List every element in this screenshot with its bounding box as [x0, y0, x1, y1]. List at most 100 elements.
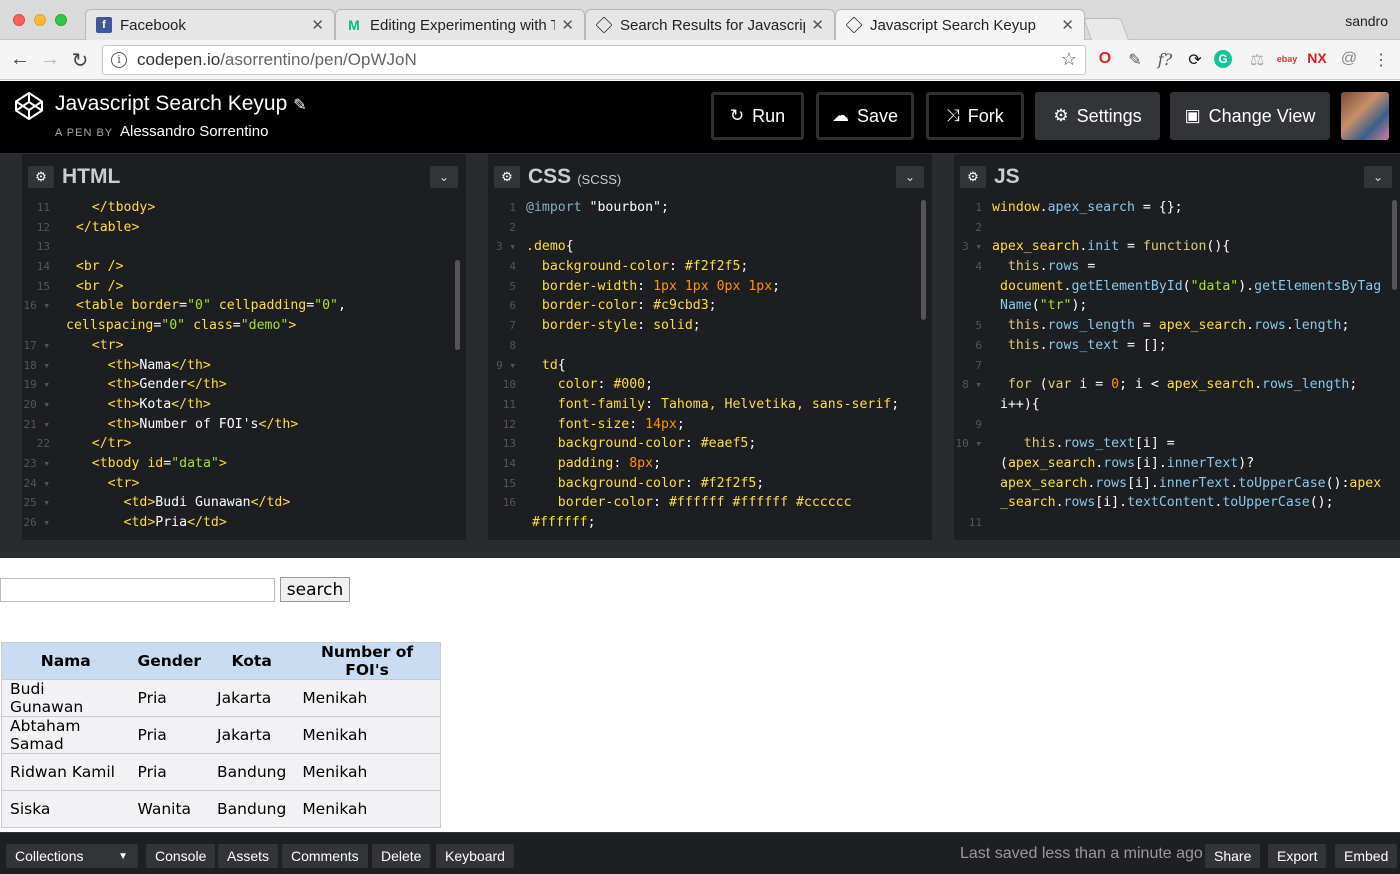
change-view-button[interactable]: ▣ Change View [1170, 92, 1330, 140]
ebay-icon[interactable]: ebay [1276, 54, 1298, 64]
forward-arrow-icon[interactable]: → [38, 48, 62, 71]
run-button[interactable]: ↻ Run [711, 92, 804, 140]
html-editor-scrollbar[interactable] [455, 260, 460, 350]
sync-extension-icon[interactable]: ⟳ [1184, 50, 1206, 70]
profile-name[interactable]: sandro [1345, 13, 1388, 29]
address-bar[interactable]: i codepen.io/asorrentino/pen/OpWJoN ☆ [102, 45, 1086, 75]
css-editor-header: ⚙ CSS (SCSS) ⌄ [488, 160, 932, 194]
html-editor-title: HTML [62, 165, 121, 188]
column-header: Nama [1, 642, 130, 680]
chevron-down-icon[interactable]: ⌄ [430, 166, 458, 188]
codepen-icon [595, 16, 613, 34]
tab-title: Javascript Search Keyup [870, 16, 1036, 34]
html-css-resize-handle[interactable] [466, 154, 488, 541]
chevron-down-icon[interactable]: ⌄ [896, 166, 924, 188]
minimize-window-button[interactable] [34, 14, 46, 26]
at-extension-icon[interactable]: @ [1338, 50, 1360, 68]
search-input[interactable] [0, 578, 275, 602]
search-button[interactable]: search [280, 577, 350, 602]
nx-extension-icon[interactable]: NX [1306, 50, 1328, 66]
scale-extension-icon[interactable]: ⚖ [1246, 50, 1268, 70]
view-icon: ▣ [1184, 106, 1201, 125]
chevron-down-icon[interactable]: ⌄ [1364, 166, 1392, 188]
table-cell: Ridwan Kamil [1, 753, 130, 791]
gear-icon[interactable]: ⚙ [494, 166, 520, 188]
pen-byline: A PEN BY Alessandro Sorrentino [55, 123, 268, 140]
pen-extension-icon[interactable]: ✎ [1124, 50, 1146, 70]
medium-icon: M [348, 17, 360, 33]
js-editor-header: ⚙ JS ⌄ [954, 160, 1400, 194]
tab-javascript-search-keyup[interactable]: Javascript Search Keyup ✕ [835, 9, 1085, 40]
close-tab-icon[interactable]: ✕ [811, 16, 824, 34]
fork-button[interactable]: ⤨ Fork [926, 92, 1024, 140]
settings-label: Settings [1076, 105, 1142, 126]
save-button[interactable]: ☁ Save [816, 92, 914, 140]
codepen-logo-icon[interactable] [14, 91, 44, 121]
assets-button[interactable]: Assets [218, 844, 279, 868]
pen-title[interactable]: Javascript Search Keyup ✎ [55, 92, 307, 116]
share-button[interactable]: Share [1205, 844, 1261, 868]
grammarly-icon[interactable]: G [1214, 50, 1232, 68]
gear-icon: ⚙ [1053, 106, 1069, 125]
maximize-window-button[interactable] [55, 14, 67, 26]
reload-icon[interactable]: ↻ [68, 48, 92, 73]
keyboard-button[interactable]: Keyboard [436, 844, 514, 868]
settings-button[interactable]: ⚙ Settings [1035, 92, 1160, 140]
editor-area: ⚙ HTML ⌄ 11 </tbody> 12 </table> 13 14 <… [0, 153, 1400, 541]
new-tab-button[interactable] [1082, 18, 1130, 40]
tab-facebook[interactable]: f Facebook ✕ [85, 9, 335, 40]
css-editor-scrollbar[interactable] [921, 200, 926, 320]
gear-icon[interactable]: ⚙ [28, 166, 54, 188]
css-js-resize-handle[interactable] [932, 154, 954, 541]
html-editor-header: ⚙ HTML ⌄ [22, 160, 466, 194]
table-cell: Budi Gunawan [1, 679, 130, 717]
run-refresh-icon: ↻ [729, 106, 745, 125]
function-extension-icon[interactable]: f? [1154, 50, 1176, 69]
opera-icon[interactable]: O [1094, 50, 1116, 68]
html-code-editor[interactable]: 11 </tbody> 12 </table> 13 14 <br /> 15 … [22, 198, 466, 541]
pen-author-link[interactable]: Alessandro Sorrentino [120, 123, 268, 140]
comments-button[interactable]: Comments [282, 844, 368, 868]
tab-medium[interactable]: M Editing Experimenting with Tab ✕ [335, 9, 585, 40]
menu-dots-icon[interactable]: ⋮ [1370, 50, 1392, 70]
collections-label: Collections [15, 848, 84, 864]
tab-search-results[interactable]: Search Results for Javascript s ✕ [585, 9, 835, 40]
table-row: Abtaham Samad Pria Jakarta Menikah [1, 716, 441, 754]
embed-button[interactable]: Embed [1335, 844, 1398, 868]
close-tab-icon[interactable]: ✕ [311, 16, 324, 34]
save-status: Last saved less than a minute ago [960, 845, 1203, 862]
run-label: Run [752, 105, 786, 126]
column-header: Number of FOI's [294, 642, 441, 680]
js-editor-pane: ⚙ JS ⌄ 1 window.apex_search = {}; 2 3 ▾ ap… [954, 160, 1400, 541]
table-cell: Bandung [209, 753, 295, 791]
close-window-button[interactable] [13, 14, 25, 26]
back-arrow-icon[interactable]: ← [8, 48, 32, 71]
close-tab-icon[interactable]: ✕ [1061, 16, 1074, 34]
table-header-row: Nama Gender Kota Number of FOI's [1, 642, 441, 680]
css-editor-title: CSS [528, 165, 572, 188]
table-cell: Menikah [294, 753, 441, 791]
result-preview: search Nama Gender Kota Number of FOI's … [0, 540, 1400, 832]
tab-title: Search Results for Javascript s [620, 16, 805, 34]
css-code-editor[interactable]: 1 @import "bourbon"; 2 3 ▾ .demo{ 4 backgr… [488, 198, 932, 541]
codepen-icon [845, 16, 863, 34]
browser-toolbar: ← → ↻ i codepen.io/asorrentino/pen/OpWJo… [0, 40, 1400, 80]
bookmark-star-icon[interactable]: ☆ [1061, 49, 1077, 70]
table-row: Budi Gunawan Pria Jakarta Menikah [1, 679, 441, 717]
left-resize-handle[interactable] [0, 154, 22, 541]
avatar[interactable] [1341, 92, 1389, 140]
table-cell: Abtaham Samad [1, 716, 130, 754]
tab-title: Facebook [120, 16, 186, 34]
delete-button[interactable]: Delete [372, 844, 431, 868]
export-button[interactable]: Export [1268, 844, 1327, 868]
gear-icon[interactable]: ⚙ [960, 166, 986, 188]
js-editor-scrollbar[interactable] [1392, 200, 1397, 290]
console-button[interactable]: Console [146, 844, 216, 868]
info-icon[interactable]: i [111, 52, 127, 68]
edit-pencil-icon[interactable]: ✎ [293, 97, 306, 114]
close-tab-icon[interactable]: ✕ [561, 16, 574, 34]
js-code-editor[interactable]: 1 window.apex_search = {}; 2 3 ▾ apex_sear… [954, 198, 1400, 541]
table-cell: Wanita [129, 790, 210, 828]
collections-dropdown[interactable]: Collections ▼ [6, 844, 138, 868]
fork-icon: ⤨ [946, 106, 960, 125]
